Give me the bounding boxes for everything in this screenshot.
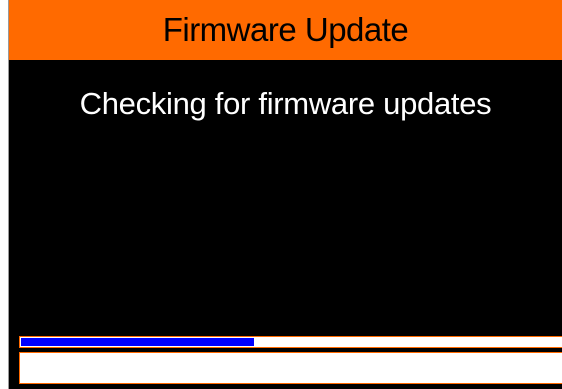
title-bar: Firmware Update <box>9 0 562 60</box>
progress-bar-fill <box>21 338 254 346</box>
progress-bar <box>19 336 562 348</box>
status-message: Checking for firmware updates <box>79 86 492 121</box>
message-box <box>19 352 562 384</box>
firmware-update-screen: Firmware Update Checking for firmware up… <box>8 0 562 389</box>
window-title: Firmware Update <box>162 11 409 48</box>
